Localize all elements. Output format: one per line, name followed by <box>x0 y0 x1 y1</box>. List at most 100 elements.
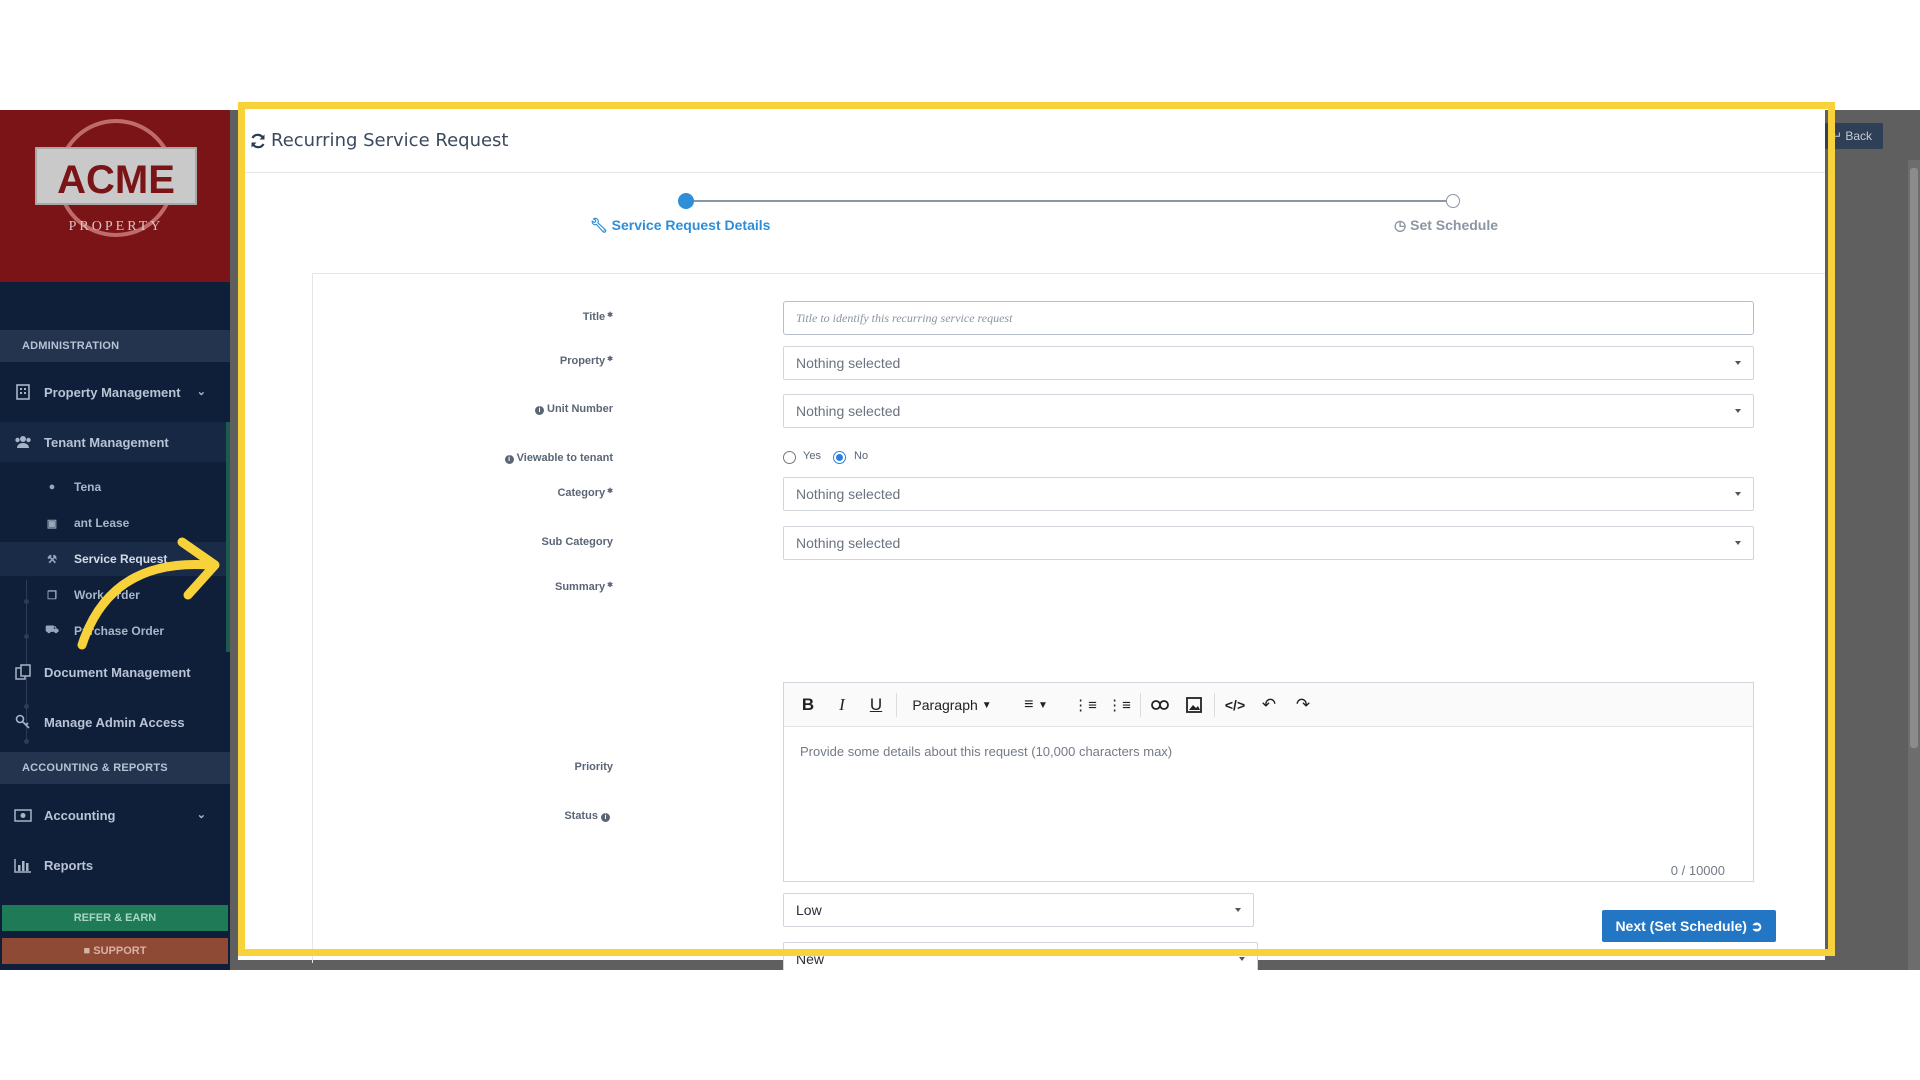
status-label: Status i <box>313 810 613 822</box>
summary-editor: B I U Paragraph ▼ ≡ ▼ ⋮≡ ⋮≡ </> ↶ ↷ Prov… <box>783 682 1754 882</box>
section-administration: ADMINISTRATION <box>0 330 230 362</box>
caret-down-icon <box>1735 541 1741 545</box>
summary-placeholder[interactable]: Provide some details about this request … <box>800 744 1172 759</box>
scrollbar-thumb[interactable] <box>1910 168 1918 748</box>
sidebar-item-label: Manage Admin Access <box>44 714 185 730</box>
viewable-label: i Viewable to tenant <box>313 452 613 464</box>
link-icon[interactable] <box>1148 693 1172 717</box>
category-select-value: Nothing selected <box>796 486 901 502</box>
documents-icon <box>14 664 32 680</box>
property-label: Property ✱ <box>559 355 613 367</box>
redo-icon[interactable]: ↷ <box>1292 693 1314 717</box>
back-arrow-icon: ↵ <box>1831 129 1843 143</box>
caret-down-icon <box>1735 361 1741 365</box>
modal-title: Recurring Service Request <box>271 130 509 151</box>
users-icon <box>14 434 32 450</box>
summary-label: Summary ✱ <box>554 581 613 593</box>
toolbar-divider <box>1140 693 1141 717</box>
title-input[interactable] <box>783 301 1754 335</box>
support-label: SUPPORT <box>93 945 147 957</box>
character-count: 0 / 10000 <box>1670 863 1725 878</box>
support-button[interactable]: ■ SUPPORT <box>2 938 228 964</box>
toolbar-divider <box>1214 693 1215 717</box>
info-icon: i <box>504 455 514 464</box>
chevron-down-icon: ⌄ <box>196 386 206 398</box>
tutorial-arrow-icon <box>77 537 220 650</box>
sidebar-item-accounting[interactable]: Accounting ⌄ <box>0 795 230 835</box>
bullet-list-icon[interactable]: ⋮≡ <box>1107 693 1131 717</box>
toolbar-divider <box>896 693 897 717</box>
recurring-service-request-modal: Recurring Service Request 🔧︎ Service Req… <box>238 110 1825 970</box>
sidebar-item-label: Tenant Management <box>44 434 169 450</box>
unit-number-select[interactable]: Nothing selected <box>783 394 1754 428</box>
truck-icon: ⛟ <box>45 624 59 636</box>
priority-select[interactable]: Low <box>783 893 1254 927</box>
viewable-label-text: Viewable to tenant <box>516 452 613 464</box>
step-dot-active[interactable] <box>678 193 694 209</box>
viewable-no-radio[interactable] <box>833 451 846 464</box>
editor-toolbar: B I U Paragraph ▼ ≡ ▼ ⋮≡ ⋮≡ </> ↶ ↷ <box>784 683 1753 727</box>
category-label-text: Category <box>557 487 606 499</box>
property-label-text: Property <box>559 355 606 367</box>
status-select[interactable]: New <box>783 942 1258 970</box>
stepper-line <box>686 200 1454 202</box>
sidebar-item-label: Accounting <box>44 807 116 823</box>
sidebar-subitem-label: Tena <box>74 480 102 494</box>
priority-label-text: Priority <box>574 761 613 773</box>
sidebar-subitem-tenant[interactable]: ● Tena <box>0 470 226 504</box>
sub-category-select[interactable]: Nothing selected <box>783 526 1754 560</box>
sidebar-item-manage-admin-access[interactable]: Manage Admin Access <box>0 702 230 742</box>
building-icon <box>14 384 32 400</box>
info-icon: i <box>535 406 544 415</box>
step-set-schedule[interactable]: ◷ Set Schedule <box>1394 217 1498 234</box>
underline-icon[interactable]: U <box>866 693 886 717</box>
money-icon <box>14 807 32 823</box>
image-icon[interactable] <box>1182 693 1206 717</box>
logo[interactable]: ACME PROPERTY <box>0 110 230 282</box>
caret-down-icon: ▼ <box>1037 699 1048 711</box>
ordered-list-icon[interactable]: ⋮≡ <box>1073 693 1097 717</box>
code-icon[interactable]: </> <box>1222 693 1248 717</box>
format-value: Paragraph <box>912 697 978 713</box>
viewable-yes-label[interactable]: Yes <box>803 450 821 462</box>
viewable-yes-radio[interactable] <box>783 451 796 464</box>
sidebar-item-property-management[interactable]: Property Management ⌄ <box>0 372 230 412</box>
sidebar-item-label: Property Management <box>44 384 181 400</box>
chevron-down-icon: ⌄ <box>196 809 206 821</box>
refer-earn-button[interactable]: REFER & EARN <box>2 905 228 931</box>
back-label: Back <box>1845 129 1873 143</box>
caret-down-icon <box>1735 492 1741 496</box>
sidebar-item-reports[interactable]: Reports <box>0 845 230 885</box>
caret-down-icon <box>1239 957 1245 961</box>
info-icon: i <box>601 813 610 822</box>
viewable-no-label[interactable]: No <box>854 450 868 462</box>
undo-icon[interactable]: ↶ <box>1258 693 1280 717</box>
category-label: Category ✱ <box>557 487 613 499</box>
align-left-icon: ≡ <box>1024 696 1034 713</box>
step-service-request-details[interactable]: 🔧︎ Service Request Details <box>590 217 770 234</box>
step-label: Service Request Details <box>611 217 771 233</box>
align-dropdown[interactable]: ≡ ▼ <box>1014 693 1058 717</box>
property-select-value: Nothing selected <box>796 355 901 371</box>
step-dot-pending[interactable] <box>1446 194 1460 208</box>
status-select-value: New <box>796 951 825 967</box>
property-select[interactable]: Nothing selected <box>783 346 1754 380</box>
unit-label-text: Unit Number <box>547 403 613 415</box>
app-window: ACME PROPERTY ADMINISTRATION Property Ma… <box>0 110 1920 970</box>
copy-icon: ❐ <box>47 589 57 602</box>
status-label-text: Status <box>564 810 598 822</box>
italic-icon[interactable]: I <box>832 693 852 717</box>
clock-icon: ◷ <box>1394 217 1407 233</box>
step-label: Set Schedule <box>1410 217 1499 233</box>
bold-icon[interactable]: B <box>798 693 818 717</box>
next-set-schedule-button[interactable]: Next (Set Schedule) ➲ <box>1602 910 1776 942</box>
caret-down-icon <box>1235 908 1241 912</box>
calendar-icon: ▣ <box>46 517 58 530</box>
back-button[interactable]: ↵ Back <box>1821 123 1883 149</box>
unit-select-value: Nothing selected <box>796 403 901 419</box>
paragraph-format-dropdown[interactable]: Paragraph ▼ <box>906 693 998 717</box>
service-request-form: Title✱ Property✱ Nothing selected iUnit … <box>312 273 1825 970</box>
category-select[interactable]: Nothing selected <box>783 477 1754 511</box>
sidebar-item-tenant-management[interactable]: Tenant Management <box>0 422 230 462</box>
wrench-icon: ⚒ <box>47 553 57 566</box>
